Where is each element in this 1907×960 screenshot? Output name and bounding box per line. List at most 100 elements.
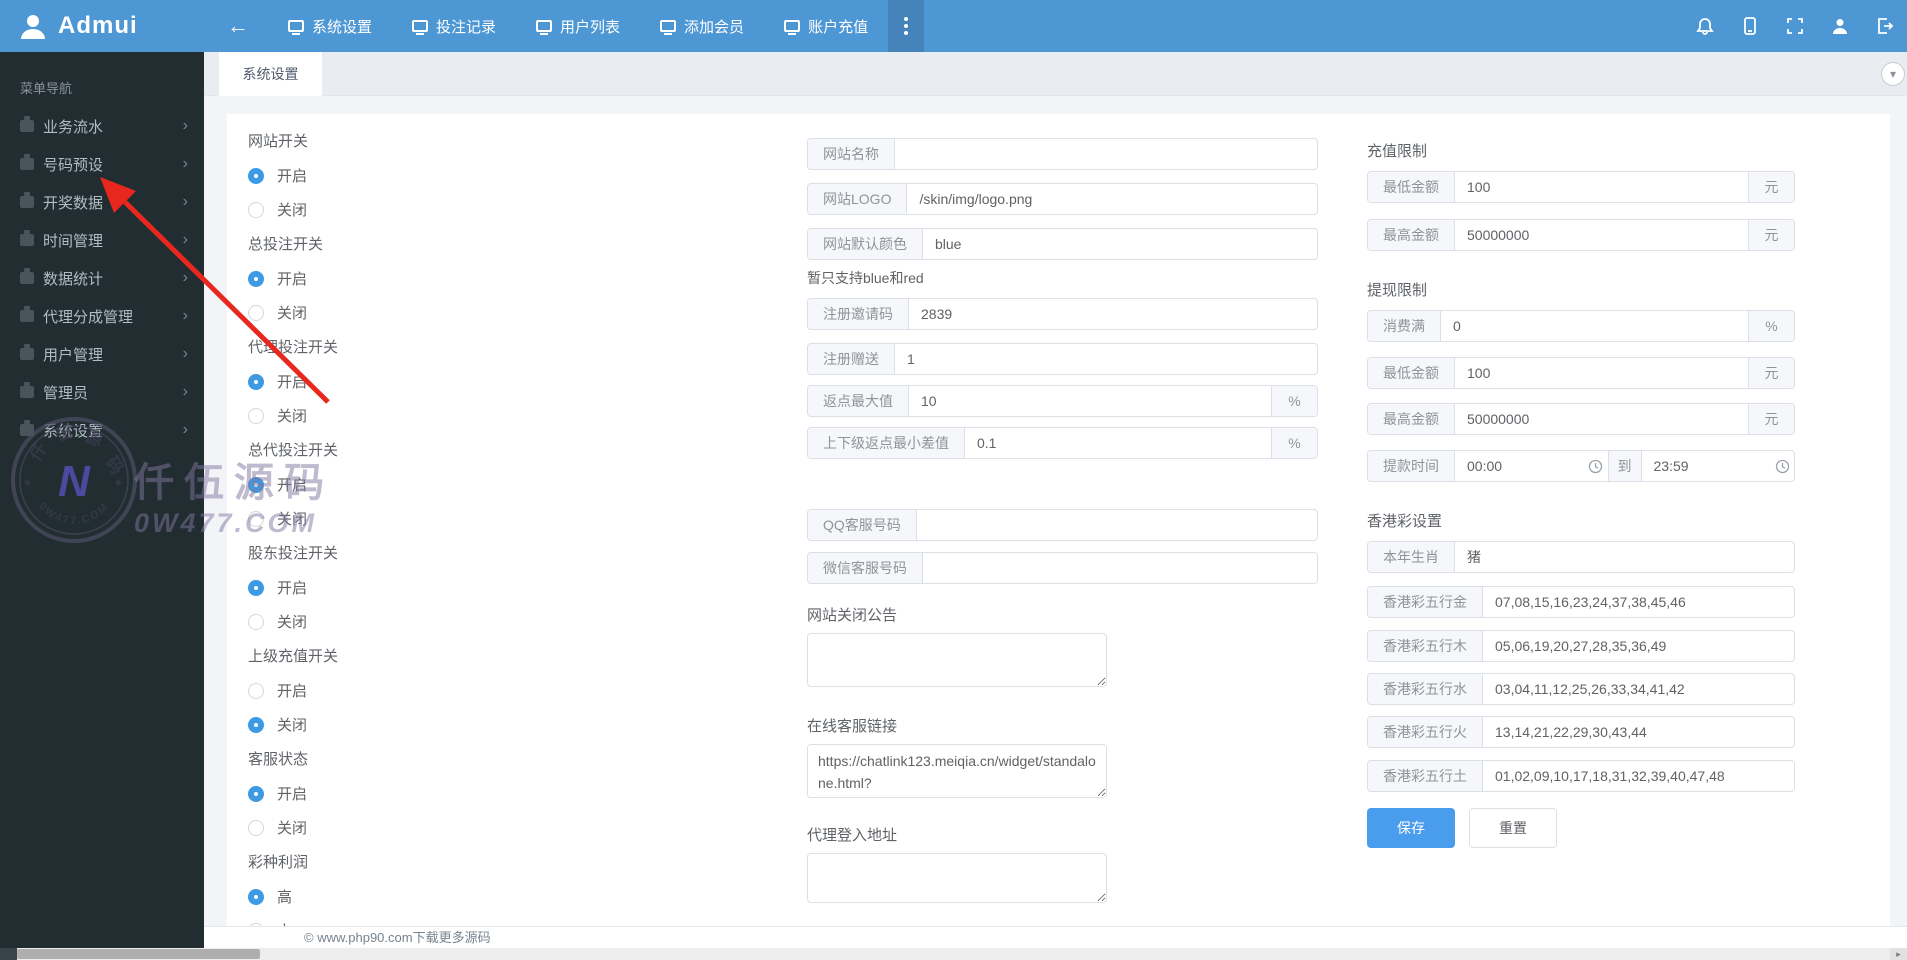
withdraw-min-input[interactable]	[1455, 358, 1748, 388]
radio-option[interactable]: 关闭	[248, 817, 548, 838]
sidebar-item-agent-commission[interactable]: 代理分成管理	[0, 297, 204, 335]
site-logo-input[interactable]	[907, 184, 1317, 214]
radio-option[interactable]: 开启	[248, 577, 548, 598]
radio-option[interactable]: 关闭	[248, 611, 548, 632]
reset-button[interactable]: 重置	[1469, 808, 1557, 848]
radio-option[interactable]: 关闭	[248, 302, 548, 323]
radio-label[interactable]: 开启	[277, 783, 307, 804]
scrollbar-right-arrow[interactable]: ▸	[1890, 948, 1907, 960]
nav-item-bet-records[interactable]: 投注记录	[392, 0, 516, 52]
sidebar-item-business-flow[interactable]: 业务流水	[0, 107, 204, 145]
radio-option[interactable]: 关闭	[248, 714, 548, 735]
radio-icon[interactable]	[248, 682, 264, 699]
notifications-button[interactable]	[1682, 0, 1727, 52]
radio-icon[interactable]	[248, 476, 264, 493]
recharge-min-input[interactable]	[1455, 172, 1748, 202]
sidebar-item-user-management[interactable]: 用户管理	[0, 335, 204, 373]
radio-option[interactable]: 高	[248, 886, 548, 907]
profile-button[interactable]	[1817, 0, 1862, 52]
sidebar-item-statistics[interactable]: 数据统计	[0, 259, 204, 297]
radio-label[interactable]: 开启	[277, 371, 307, 392]
radio-label[interactable]: 高	[277, 886, 292, 907]
radio-option[interactable]: 开启	[248, 268, 548, 289]
scrollbar-thumb[interactable]	[17, 949, 260, 959]
more-tabs-button[interactable]	[888, 0, 925, 52]
withdraw-max-input[interactable]	[1455, 404, 1748, 434]
radio-option[interactable]: 开启	[248, 474, 548, 495]
radio-label[interactable]: 关闭	[277, 405, 307, 426]
radio-icon[interactable]	[248, 716, 264, 733]
radio-label[interactable]: 关闭	[277, 199, 307, 220]
radio-icon[interactable]	[248, 167, 264, 184]
sidebar-item-number-preset[interactable]: 号码预设	[0, 145, 204, 183]
radio-label[interactable]: 开启	[277, 680, 307, 701]
mobile-view-button[interactable]	[1727, 0, 1772, 52]
wechat-input[interactable]	[923, 553, 1317, 583]
radio-label[interactable]: 关闭	[277, 508, 307, 529]
radio-label[interactable]: 关闭	[277, 714, 307, 735]
site-name-input[interactable]	[895, 139, 1317, 169]
withdraw-time-from-input[interactable]	[1455, 451, 1584, 481]
back-button[interactable]: ←	[208, 13, 268, 39]
radio-label[interactable]: 关闭	[277, 611, 307, 632]
sidebar-item-administrators[interactable]: 管理员	[0, 373, 204, 411]
radio-icon[interactable]	[248, 270, 264, 287]
radio-icon[interactable]	[248, 201, 264, 218]
save-button[interactable]: 保存	[1367, 808, 1455, 848]
radio-icon[interactable]	[248, 613, 264, 630]
withdraw-time-to-input[interactable]	[1641, 451, 1770, 481]
rebate-max-input[interactable]	[909, 386, 1271, 416]
nav-item-user-list[interactable]: 用户列表	[516, 0, 640, 52]
radio-label[interactable]: 关闭	[277, 817, 307, 838]
radio-label[interactable]: 开启	[277, 474, 307, 495]
tab-operations-button[interactable]: ▾	[1881, 62, 1905, 86]
radio-option[interactable]: 开启	[248, 165, 548, 186]
reg-gift-input[interactable]	[895, 344, 1317, 374]
invite-code-input[interactable]	[909, 299, 1317, 329]
agent-login-textarea[interactable]	[807, 853, 1107, 903]
hk-gold-input[interactable]	[1483, 587, 1794, 617]
chat-link-textarea[interactable]: https://chatlink123.meiqia.cn/widget/sta…	[807, 744, 1107, 798]
radio-icon[interactable]	[248, 373, 264, 390]
rebate-diff-input[interactable]	[965, 428, 1271, 458]
radio-icon[interactable]	[248, 407, 264, 424]
hk-earth-input[interactable]	[1483, 761, 1794, 791]
radio-option[interactable]: 开启	[248, 371, 548, 392]
radio-option[interactable]: 开启	[248, 680, 548, 701]
hk-wood-input[interactable]	[1483, 631, 1794, 661]
withdraw-consume-input[interactable]	[1441, 311, 1748, 341]
app-logo[interactable]: Admui	[0, 11, 190, 41]
radio-icon[interactable]	[248, 304, 264, 321]
radio-option[interactable]: 关闭	[248, 508, 548, 529]
hk-fire-input[interactable]	[1483, 717, 1794, 747]
sidebar-item-system-settings[interactable]: 系统设置	[0, 411, 204, 449]
tab-system-settings[interactable]: 系统设置	[219, 52, 322, 96]
radio-icon[interactable]	[248, 579, 264, 596]
radio-option[interactable]: 关闭	[248, 405, 548, 426]
nav-item-account-recharge[interactable]: 账户充值	[764, 0, 888, 52]
radio-label[interactable]: 开启	[277, 268, 307, 289]
field-label: 提款时间	[1368, 451, 1455, 481]
logout-button[interactable]	[1862, 0, 1907, 52]
fullscreen-button[interactable]	[1772, 0, 1817, 52]
hk-water-input[interactable]	[1483, 674, 1794, 704]
radio-option[interactable]: 关闭	[248, 199, 548, 220]
zodiac-input[interactable]	[1455, 542, 1794, 572]
nav-item-add-member[interactable]: 添加会员	[640, 0, 764, 52]
radio-icon[interactable]	[248, 510, 264, 527]
site-color-input[interactable]	[923, 229, 1317, 259]
sidebar-item-draw-data[interactable]: 开奖数据	[0, 183, 204, 221]
nav-item-system-settings[interactable]: 系统设置	[268, 0, 392, 52]
radio-label[interactable]: 关闭	[277, 302, 307, 323]
radio-label[interactable]: 开启	[277, 165, 307, 186]
horizontal-scrollbar[interactable]: ▸	[0, 948, 1907, 960]
radio-option[interactable]: 开启	[248, 783, 548, 804]
radio-label[interactable]: 开启	[277, 577, 307, 598]
radio-icon[interactable]	[248, 819, 264, 836]
radio-icon[interactable]	[248, 785, 264, 802]
sidebar-item-time-management[interactable]: 时间管理	[0, 221, 204, 259]
radio-icon[interactable]	[248, 888, 264, 905]
close-notice-textarea[interactable]	[807, 633, 1107, 687]
recharge-max-input[interactable]	[1455, 220, 1748, 250]
qq-input[interactable]	[916, 510, 1317, 540]
